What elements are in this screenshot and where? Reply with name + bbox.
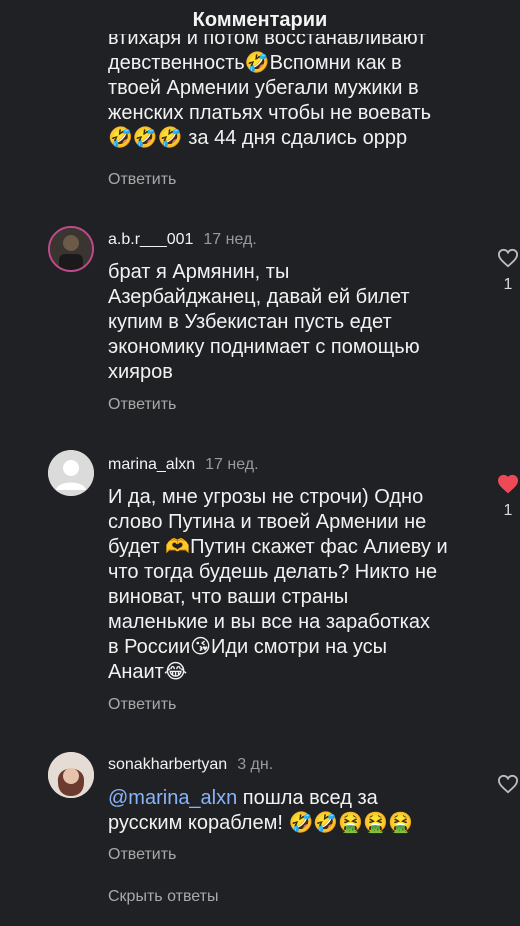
comment-line: Азербайджанец, давай ей билет (108, 286, 410, 308)
avatar-default-icon (48, 450, 94, 496)
comment-line: девственность🤣Вспомни как в (108, 52, 402, 74)
comment-line: брат я Армянин, ты (108, 261, 290, 283)
avatar[interactable] (48, 450, 94, 496)
comment-line: @marina_alxn пошла всед за (108, 786, 488, 811)
comment-text: пошла всед за (237, 787, 378, 809)
timestamp: 17 нед. (203, 231, 257, 248)
comment-body: @marina_alxn пошла всед за русским кораб… (108, 786, 488, 836)
like-control[interactable] (494, 774, 520, 794)
comment-line: слово Путина и твоей Армении не (108, 511, 427, 533)
comment-line: твоей Армении убегали мужики в (108, 77, 419, 99)
reply-button[interactable]: Ответить (108, 846, 176, 864)
comment-line: маленькие и вы все на заработках (108, 611, 430, 633)
comment-body: И да, мне угрозы не строчи) Одно слово П… (108, 485, 488, 685)
comment-meta: a.b.r___001 17 нед. (108, 230, 257, 250)
avatar-photo-icon (50, 228, 92, 270)
comment-line: втихаря и потом восстанавливают (108, 34, 427, 49)
comment-line: будет 🫶Путин скажет фас Алиеву и (108, 536, 448, 558)
comment-line: купим в Узбекистан пусть едет (108, 311, 392, 333)
mention-link[interactable]: @marina_alxn (108, 787, 237, 809)
comment-line: женских платьях чтобы не воевать (108, 102, 432, 124)
comment-body: брат я Армянин, ты Азербайджанец, давай … (108, 260, 488, 385)
comment-line: экономику поднимает с помощью (108, 336, 420, 358)
username[interactable]: sonakharbertyan (108, 756, 227, 773)
comment-meta: marina_alxn 17 нед. (108, 455, 259, 475)
comment-line: русским кораблем! 🤣🤣🤮🤮🤮 (108, 812, 413, 834)
comment-line: виноват, что ваши страны (108, 586, 349, 608)
reply-button[interactable]: Ответить (108, 171, 176, 189)
reply-button[interactable]: Ответить (108, 696, 176, 714)
timestamp: 17 нед. (205, 456, 259, 473)
avatar[interactable] (48, 226, 94, 272)
hide-replies-button[interactable]: Скрыть ответы (108, 888, 218, 906)
like-count: 1 (503, 276, 513, 293)
like-count: 1 (503, 502, 513, 519)
comment-line: что тогда будешь делать? Никто не (108, 561, 438, 583)
heart-outline-icon[interactable] (497, 248, 519, 268)
like-control[interactable]: 1 (494, 474, 520, 520)
comment-line: в России😘Иди смотри на усы (108, 636, 388, 658)
comment-line: хияров (108, 361, 173, 383)
timestamp: 3 дн. (237, 756, 274, 773)
comment-line: Анаит😂 (108, 661, 188, 683)
reply-button[interactable]: Ответить (108, 396, 176, 414)
like-control[interactable]: 1 (494, 248, 520, 294)
avatar[interactable] (48, 752, 94, 798)
username[interactable]: marina_alxn (108, 456, 195, 473)
heart-outline-icon[interactable] (497, 774, 519, 794)
comment-line: 🤣🤣🤣 за 44 дня сдались оррр (108, 127, 408, 149)
username[interactable]: a.b.r___001 (108, 231, 193, 248)
comment-meta: sonakharbertyan 3 дн. (108, 755, 273, 775)
comment-body-partial: втихаря и потом восстанавливают девствен… (108, 34, 488, 164)
comment-line: И да, мне угрозы не строчи) Одно (108, 486, 424, 508)
avatar-photo-icon (48, 752, 94, 798)
heart-filled-icon[interactable] (497, 474, 519, 494)
